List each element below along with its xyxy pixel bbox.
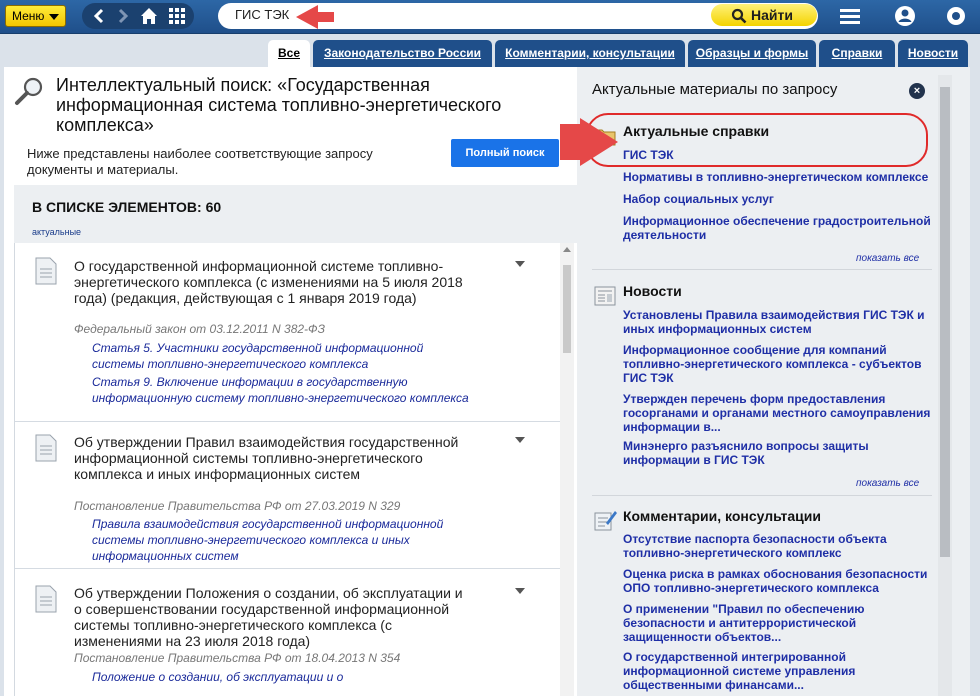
document-sublink[interactable]: Статья 9. Включение информации в государ… [92,374,472,406]
results-filter-actual[interactable]: актуальные [32,227,81,237]
find-button-label: Найти [751,7,793,23]
show-all-link[interactable]: показать все [856,253,919,264]
list-item[interactable]: О государственной информационной системе… [15,243,561,422]
top-toolbar: Меню ГИС ТЭК Найти [0,0,980,34]
search-input-value: ГИС ТЭК [235,7,290,22]
search-results-header: Интеллектуальный поиск: «Государственная… [4,67,577,185]
comment-link[interactable]: Отсутствие паспорта безопасности объекта… [623,532,933,560]
forward-arrow-icon[interactable] [110,3,136,29]
highlight-annotation [586,113,928,167]
related-materials-panel: Актуальные материалы по запросу × Актуал… [577,67,970,696]
tab-comments-consultations[interactable]: Комментарии, консультации [495,40,685,67]
reference-link[interactable]: Набор социальных услуг [623,192,933,206]
document-title[interactable]: О государственной информационной системе… [74,258,474,306]
panel-title: Актуальные материалы по запросу [592,81,838,98]
document-icon [35,585,57,613]
menu-button[interactable]: Меню [5,5,66,27]
list-item[interactable]: Об утверждении Правил взаимодействия гос… [15,423,561,569]
chevron-down-icon[interactable] [515,261,525,267]
comment-link[interactable]: О государственной интегрированной информ… [623,650,933,692]
news-link[interactable]: Установлены Правила взаимодействия ГИС Т… [623,308,933,336]
navigation-group [82,3,194,29]
full-search-button[interactable]: Полный поиск [451,139,559,167]
section-title-news: Новости [623,283,682,299]
magnifier-icon [15,77,43,105]
reference-link[interactable]: Информационное обеспечение градостроител… [623,214,933,242]
document-meta: Постановление Правительства РФ от 27.03.… [74,499,401,513]
notepad-pencil-icon [594,511,617,531]
menu-button-label: Меню [12,9,45,23]
red-pointer-arrow-icon [560,118,618,166]
document-list: О государственной информационной системе… [14,243,577,696]
document-title[interactable]: Об утверждении Правил взаимодействия гос… [74,434,474,482]
chevron-down-icon[interactable] [515,588,525,594]
section-divider [592,269,932,270]
document-icon [35,257,57,285]
page-title: Интеллектуальный поиск: «Государственная… [56,75,502,135]
chevron-down-icon [49,14,59,20]
document-meta: Постановление Правительства РФ от 18.04.… [74,651,401,665]
red-pointer-arrow-icon [296,5,334,29]
scroll-up-arrow-icon[interactable] [563,247,571,252]
document-sublink[interactable]: Правила взаимодействия государственной и… [92,516,472,564]
close-icon[interactable]: × [909,83,925,99]
panel-scrollbar[interactable] [938,75,952,696]
results-count: В СПИСКЕ ЭЛЕМЕНТОВ: 60 [32,199,222,215]
tab-russian-legislation[interactable]: Законодательство России [313,40,492,67]
reference-link[interactable]: Нормативы в топливно-энергетическом комп… [623,170,933,184]
newspaper-icon [594,286,616,306]
document-title[interactable]: Об утверждении Положения о создании, об … [74,585,474,649]
list-item[interactable]: Об утверждении Положения о создании, об … [15,570,561,696]
magnifier-icon [731,8,747,24]
tab-references[interactable]: Справки [819,40,895,67]
document-meta: Федеральный закон от 03.12.2011 N 382-ФЗ [74,322,325,336]
document-sublink[interactable]: Положение о создании, об эксплуатации и … [92,669,472,685]
tab-news[interactable]: Новости [898,40,968,67]
news-link[interactable]: Информационное сообщение для компаний то… [623,343,933,385]
document-icon [35,434,57,462]
main-panel: Интеллектуальный поиск: «Государственная… [4,67,970,696]
find-button[interactable]: Найти [711,4,817,26]
chevron-down-icon[interactable] [515,437,525,443]
back-arrow-icon[interactable] [86,3,112,29]
comment-link[interactable]: Оценка риска в рамках обоснования безопа… [623,567,933,595]
results-count-bar: В СПИСКЕ ЭЛЕМЕНТОВ: 60 актуальные [14,185,577,243]
scrollbar-thumb[interactable] [940,87,950,557]
home-icon[interactable] [136,3,162,29]
hamburger-menu-icon[interactable] [838,4,862,28]
tab-bar: Все Законодательство России Комментарии,… [0,34,980,67]
comment-link[interactable]: О применении "Правил по обеспечению безо… [623,602,933,644]
user-profile-icon[interactable] [893,4,917,28]
section-divider [592,495,932,496]
document-sublink[interactable]: Статья 5. Участники государственной инфо… [92,340,472,372]
news-link[interactable]: Утвержден перечень форм предоставления г… [623,392,933,434]
grid-apps-icon[interactable] [164,3,190,29]
settings-gear-icon[interactable] [944,4,968,28]
news-link[interactable]: Минэнерго разъяснило вопросы защиты инфо… [623,439,933,467]
tab-all[interactable]: Все [268,40,310,67]
results-description: Ниже представлены наиболее соответствующ… [27,146,373,177]
section-title-comments: Комментарии, консультации [623,508,822,524]
show-all-link[interactable]: показать все [856,478,919,489]
scrollbar-thumb[interactable] [563,265,571,353]
tab-samples-forms[interactable]: Образцы и формы [688,40,816,67]
document-list-scrollbar[interactable] [560,243,574,696]
